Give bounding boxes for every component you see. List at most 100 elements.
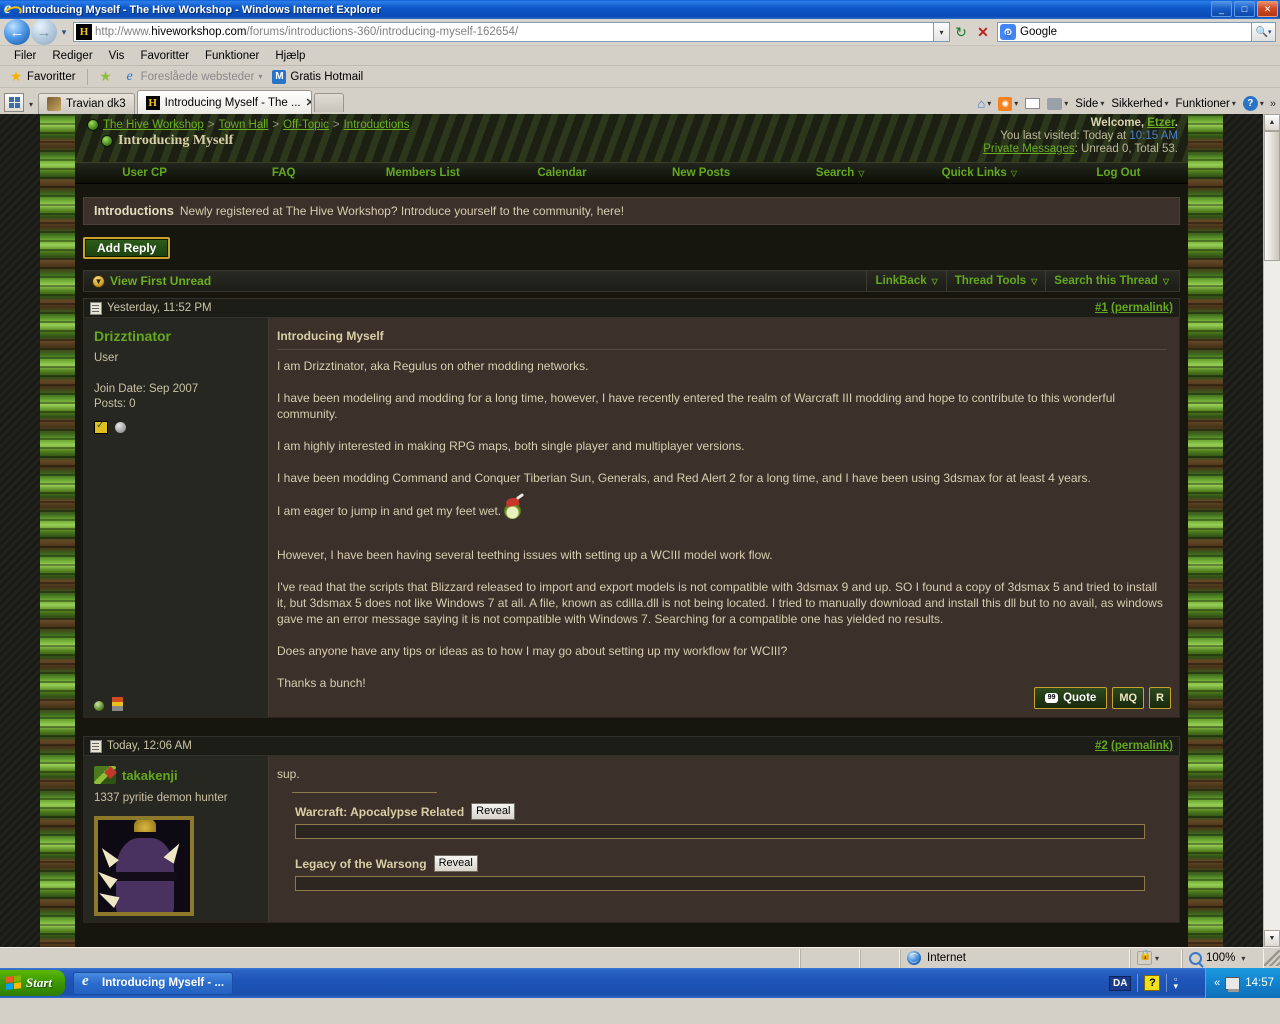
reply-button[interactable]: R [1149,687,1171,709]
print-button[interactable]: ▾ [1044,97,1071,111]
safety-menu-button[interactable]: Sikkerhed ▾ [1108,97,1171,111]
command-bar-overflow-icon[interactable]: » [1268,98,1276,110]
chevron-down-icon: ▾ [1231,99,1236,108]
breadcrumb-link-introductions[interactable]: Introductions [344,119,410,131]
nav-item-log-out[interactable]: Log Out [1049,167,1188,179]
clock[interactable]: 14:57 [1245,977,1274,989]
post-header: Yesterday, 11:52 PM #1 (permalink) [83,298,1180,318]
nav-item-user-cp[interactable]: User CP [75,167,214,179]
suggested-sites-button[interactable]: e Foreslåede websteder ▾ [118,69,268,84]
mail-button[interactable] [1022,97,1043,110]
feeds-button[interactable]: ✺ ▾ [995,96,1021,112]
start-button[interactable]: Start [0,970,66,996]
address-input[interactable]: H http://www.hiveworkshop.com/forums/int… [73,22,934,42]
chevron-down-icon: ▾ [258,72,263,81]
close-window-button[interactable]: ✕ [1257,1,1278,17]
profile-orb-icon[interactable] [94,701,104,711]
post-number-link[interactable]: #2 [1095,740,1108,752]
menu-item-edit[interactable]: Rediger [44,49,100,63]
private-messages-link[interactable]: Private Messages [983,143,1074,155]
nav-item-search[interactable]: Search ▽ [771,167,910,179]
breadcrumb-link-town-hall[interactable]: Town Hall [219,119,269,131]
report-flag-icon[interactable] [112,697,123,711]
stop-icon[interactable]: ✕ [972,21,994,43]
taskbar-item-introducing-myself[interactable]: Introducing Myself - ... [73,971,234,995]
vertical-scrollbar[interactable]: ▲ ▼ [1263,114,1280,947]
history-dropdown-icon[interactable]: ▾ [57,27,71,38]
add-reply-button[interactable]: Add Reply [83,237,171,259]
menu-item-tools[interactable]: Funktioner [197,49,267,63]
tab-travian[interactable]: Travian dk3 [38,93,135,114]
menu-item-favorites[interactable]: Favoritter [132,49,197,63]
quick-tabs-button[interactable] [4,93,24,112]
search-input[interactable]: Google [997,22,1252,42]
menu-item-help[interactable]: Hjælp [267,49,313,63]
back-button[interactable]: ← [4,19,30,45]
menu-item-view[interactable]: Vis [101,49,133,63]
nav-item-new-posts[interactable]: New Posts [632,167,771,179]
minimize-button[interactable]: _ [1211,1,1232,17]
tab-list-dropdown-icon[interactable]: ▾ [24,100,38,109]
page-menu-button[interactable]: Side ▾ [1072,97,1107,111]
multiquote-button[interactable]: MQ [1112,687,1145,709]
address-dropdown-button[interactable]: ▾ [934,22,950,42]
travian-favicon-icon [47,97,61,111]
menu-item-file[interactable]: Filer [6,49,44,63]
printer-icon [1047,97,1063,110]
private-messages-line: Private Messages: Unread 0, Total 53. [983,143,1178,156]
network-icon[interactable] [1225,976,1241,992]
view-first-unread-button[interactable]: ▼ View First Unread [86,274,211,288]
window-resize-grip[interactable] [1264,950,1280,966]
tab-introducing-myself[interactable]: H Introducing Myself - The ... ✕ [136,90,312,114]
scroll-up-button[interactable]: ▲ [1264,114,1280,131]
permalink-link[interactable]: (permalink) [1111,740,1173,752]
forward-button[interactable]: → [31,19,57,45]
reveal-button[interactable]: Reveal [433,855,478,872]
tray-divider [1166,974,1168,992]
linkback-menu[interactable]: LinkBack ▽ [866,271,945,291]
favorites-button[interactable]: ★ Favoritter [4,69,81,84]
show-desktop-icon[interactable]: ▫ ▾ [1173,975,1178,991]
permalink-link[interactable]: (permalink) [1111,302,1173,314]
nav-item-faq[interactable]: FAQ [214,167,353,179]
zoom-control[interactable]: 100% ▾ [1182,948,1264,968]
forum-name: Introductions [94,204,174,218]
scroll-down-button[interactable]: ▼ [1264,930,1280,947]
quote-button[interactable]: 99 Quote [1034,687,1108,709]
nav-item-calendar[interactable]: Calendar [492,167,631,179]
home-button[interactable]: ⌂ ▾ [974,95,994,112]
post-author-name[interactable]: takakenji [122,768,178,783]
nav-item-quick-links[interactable]: Quick Links ▽ [910,167,1049,179]
thread-tools-menu[interactable]: Thread Tools ▽ [945,271,1046,291]
refresh-icon[interactable]: ↻ [950,21,972,43]
chevron-down-icon[interactable]: ▾ [1241,954,1245,963]
notepad-icon[interactable] [94,420,108,434]
nav-item-members-list[interactable]: Members List [353,167,492,179]
grid-icon [8,97,20,108]
breadcrumb-link-hive[interactable]: The Hive Workshop [103,119,204,131]
tools-menu-button[interactable]: Funktioner ▾ [1173,97,1239,111]
scrollbar-track[interactable] [1264,131,1280,930]
protected-mode-indicator[interactable]: ▾ [1130,948,1182,968]
security-zone[interactable]: Internet [900,948,1130,968]
scrollbar-thumb[interactable] [1264,131,1280,261]
chevron-down-icon[interactable]: ▾ [1155,954,1159,963]
add-star-icon: ★ [99,67,112,84]
help-menu-button[interactable]: ? ▾ [1240,95,1267,112]
reveal-button[interactable]: Reveal [471,803,516,820]
post-author-name[interactable]: Drizztinator [94,328,258,344]
add-to-favorites-bar-button[interactable]: ★ [94,67,118,84]
breadcrumb-link-off-topic[interactable]: Off-Topic [283,119,329,131]
new-tab-button[interactable] [313,93,344,112]
close-tab-icon[interactable]: ✕ [306,96,311,109]
help-tray-icon[interactable]: ? [1144,975,1161,991]
expand-tray-icon[interactable]: « [1214,977,1220,989]
language-indicator[interactable]: DA [1109,975,1132,991]
post-number-link[interactable]: #1 [1095,302,1108,314]
search-go-button[interactable]: 🔍 ▾ [1252,22,1276,42]
maximize-button[interactable]: □ [1234,1,1255,17]
hotmail-link[interactable]: M Gratis Hotmail [267,69,368,84]
post-author-title: 1337 pyritie demon hunter [94,792,228,804]
welcome-username-link[interactable]: Etzer [1147,117,1175,129]
search-this-thread-menu[interactable]: Search this Thread ▽ [1045,271,1177,291]
